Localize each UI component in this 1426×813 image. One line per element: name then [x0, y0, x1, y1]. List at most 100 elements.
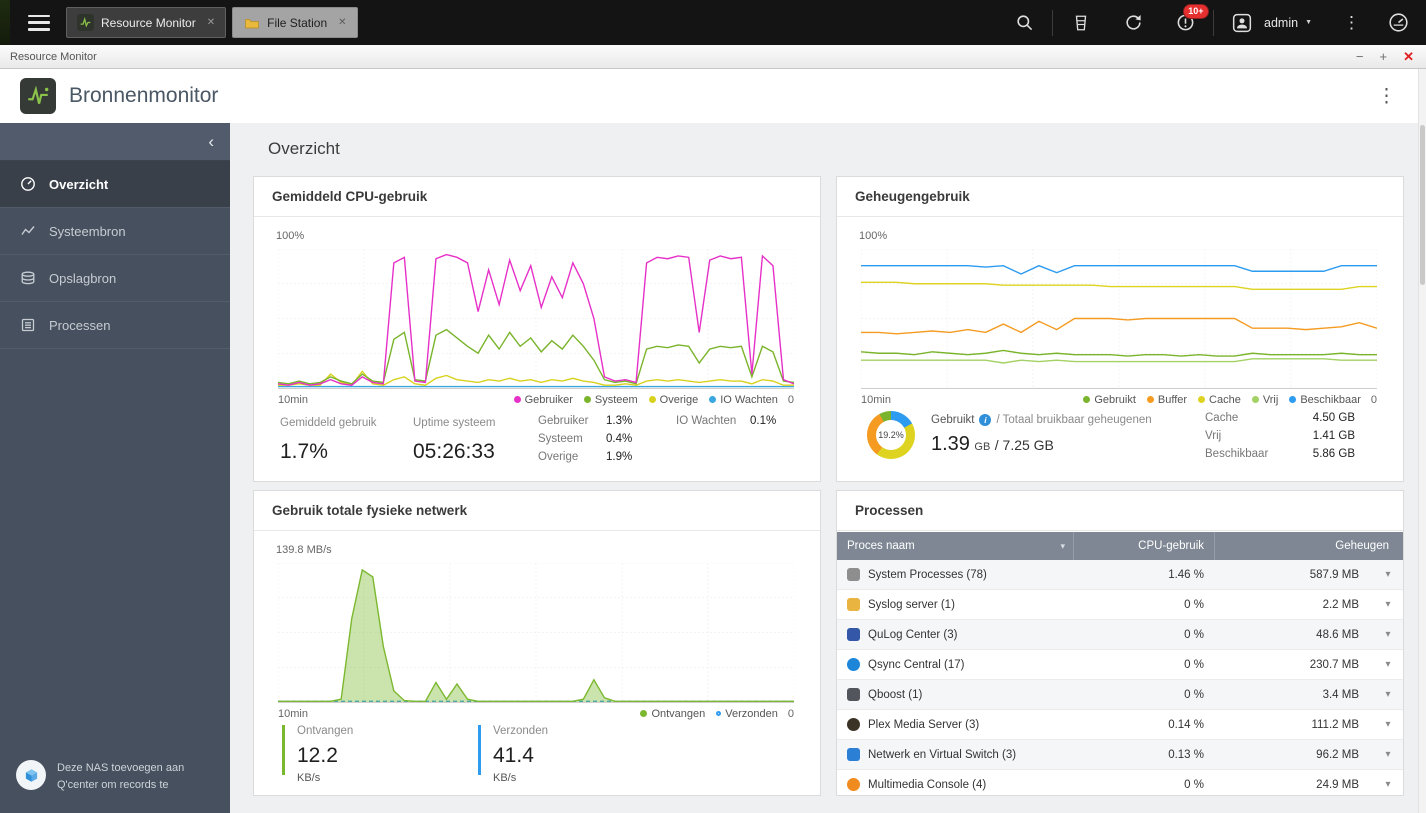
y-axis-min: 0	[1370, 393, 1377, 406]
process-row[interactable]: Syslog server (1) 0 % 2.2 MB ▾	[837, 590, 1403, 620]
tab-label: Resource Monitor	[101, 15, 196, 30]
legend-item: Vrij	[1251, 394, 1278, 406]
search-icon[interactable]	[1012, 11, 1036, 35]
cpu-chart	[278, 249, 794, 389]
minimize-button[interactable]: −	[1356, 50, 1364, 63]
sidebar-collapse-button[interactable]: ‹	[0, 123, 230, 161]
dashboard-gauge-icon[interactable]	[1386, 11, 1410, 35]
process-cpu: 0 %	[1184, 688, 1204, 701]
process-name: Netwerk en Virtual Switch (3)	[868, 748, 1017, 761]
row-expand-chevron[interactable]: ▾	[1373, 629, 1403, 640]
external-device-sync-icon[interactable]	[1121, 11, 1145, 35]
row-expand-chevron[interactable]: ▾	[1373, 749, 1403, 760]
row-expand-chevron[interactable]: ▾	[1373, 689, 1403, 700]
row-expand-chevron[interactable]: ▾	[1373, 599, 1403, 610]
toolbar-divider	[1213, 9, 1215, 36]
tx-stat: Verzonden 41.4 KB/s	[478, 725, 548, 784]
column-header-cpu[interactable]: CPU-gebruik	[1073, 532, 1214, 560]
process-icon	[847, 778, 860, 791]
memory-chart	[861, 249, 1377, 389]
sidebar-item-systeembron[interactable]: Systeembron	[0, 208, 230, 255]
stat-value: 4.50 GB	[1312, 412, 1355, 424]
background-tasks-icon[interactable]	[1069, 11, 1093, 35]
user-icon[interactable]	[1230, 11, 1254, 35]
stat-value: 1.9%	[606, 451, 633, 463]
main-menu-icon[interactable]	[28, 14, 50, 31]
stat-label: Gebruikt	[931, 414, 975, 426]
memory-donut: 19.2%	[867, 411, 915, 459]
legend-item: Beschikbaar	[1289, 394, 1361, 406]
toolbar-divider	[1052, 9, 1054, 36]
row-expand-chevron[interactable]: ▾	[1373, 569, 1403, 580]
process-row[interactable]: Qboost (1) 0 % 3.4 MB ▾	[837, 680, 1403, 710]
sort-caret-icon[interactable]: ▾	[1060, 541, 1065, 552]
process-cpu: 0 %	[1184, 658, 1204, 671]
sidebar-item-processen[interactable]: Processen	[0, 302, 230, 349]
process-row[interactable]: System Processes (78) 1.46 % 587.9 MB ▾	[837, 560, 1403, 590]
user-menu[interactable]: admin ▼	[1264, 16, 1312, 30]
process-cpu: 0 %	[1184, 598, 1204, 611]
process-icon	[847, 568, 860, 581]
app-more-icon[interactable]: ⋮	[1377, 85, 1396, 108]
user-name: admin	[1264, 15, 1299, 30]
stat-label: Systeem	[538, 433, 583, 445]
sidebar-item-label: Systeembron	[49, 223, 126, 239]
column-header-memory[interactable]: Geheugen	[1214, 532, 1403, 560]
process-name: QuLog Center (3)	[868, 628, 958, 641]
info-icon[interactable]: i	[979, 414, 992, 426]
legend-item: Gebruikt	[1083, 394, 1136, 406]
stat-value: 41.4	[493, 744, 534, 767]
scrollbar-thumb[interactable]	[1420, 125, 1425, 285]
tab-close-icon[interactable]: ✕	[338, 17, 346, 28]
qcenter-promo[interactable]: Deze NAS toevoegen aan Q'center om recor…	[0, 746, 230, 813]
close-button[interactable]: ✕	[1403, 50, 1414, 63]
sidebar-item-opslagbron[interactable]: Opslagbron	[0, 255, 230, 302]
process-memory: 230.7 MB	[1309, 658, 1359, 671]
sidebar-item-overzicht[interactable]: Overzicht	[0, 161, 230, 208]
stat-label: IO Wachten	[676, 415, 737, 427]
maximize-button[interactable]: +	[1380, 50, 1388, 63]
process-row[interactable]: Netwerk en Virtual Switch (3) 0.13 % 96.2 …	[837, 740, 1403, 770]
window-title: Resource Monitor	[10, 50, 97, 63]
column-header-name[interactable]: Proces naam ▾	[837, 532, 1073, 560]
tab-resource-monitor[interactable]: Resource Monitor ✕	[66, 7, 227, 38]
stat-value: 0.1%	[750, 415, 777, 427]
legend-item: Overige	[648, 394, 698, 406]
process-memory: 2.2 MB	[1322, 598, 1359, 611]
process-name: Qsync Central (17)	[868, 658, 965, 671]
y-axis-max: 100%	[276, 230, 305, 242]
process-row[interactable]: Plex Media Server (3) 0.14 % 111.2 MB ▾	[837, 710, 1403, 740]
x-axis-left: 10min	[278, 393, 308, 406]
window-titlebar[interactable]: Resource Monitor − + ✕	[0, 45, 1426, 69]
process-row[interactable]: Multimedia Console (4) 0 % 24.9 MB ▾	[837, 770, 1403, 794]
memory-used-percent: 19.2%	[878, 430, 904, 440]
panel-network: Gebruik totale fysieke netwerk 139.8 MB/…	[253, 490, 821, 796]
tab-close-icon[interactable]: ✕	[207, 17, 215, 28]
legend-item: IO Wachten	[709, 394, 778, 406]
stat-label: / Totaal bruikbaar geheugenen	[996, 414, 1152, 426]
desktop-edge	[0, 0, 10, 45]
process-icon	[847, 748, 860, 761]
process-name: Plex Media Server (3)	[868, 718, 980, 731]
window-scrollbar[interactable]	[1418, 69, 1426, 813]
process-table-header: Proces naam ▾ CPU-gebruik Geheugen	[837, 532, 1403, 560]
row-expand-chevron[interactable]: ▾	[1373, 659, 1403, 670]
tab-file-station[interactable]: File Station ✕	[232, 7, 358, 38]
sidebar-item-label: Overzicht	[49, 176, 109, 192]
more-options-icon[interactable]: ⋮	[1340, 11, 1364, 35]
stat-label: Uptime systeem	[413, 417, 496, 429]
process-row[interactable]: QuLog Center (3) 0 % 48.6 MB ▾	[837, 620, 1403, 650]
y-axis-max: 100%	[859, 230, 888, 242]
storage-icon	[21, 271, 35, 285]
screen: Resource Monitor ✕ File Station ✕ 10+ ad…	[0, 0, 1426, 813]
row-expand-chevron[interactable]: ▾	[1373, 779, 1403, 790]
stat-label: Ontvangen	[297, 725, 354, 737]
process-memory: 111.2 MB	[1311, 718, 1359, 731]
open-app-tabs: Resource Monitor ✕ File Station ✕	[66, 7, 358, 38]
row-expand-chevron[interactable]: ▾	[1373, 719, 1403, 730]
notifications-icon[interactable]: 10+	[1173, 3, 1210, 35]
page-title: Overzicht	[268, 139, 340, 158]
memory-legend: Gebruikt Buffer Cache Vrij Beschikbaar	[1083, 394, 1361, 406]
stat-unit: KB/s	[493, 772, 517, 784]
process-row[interactable]: Qsync Central (17) 0 % 230.7 MB ▾	[837, 650, 1403, 680]
